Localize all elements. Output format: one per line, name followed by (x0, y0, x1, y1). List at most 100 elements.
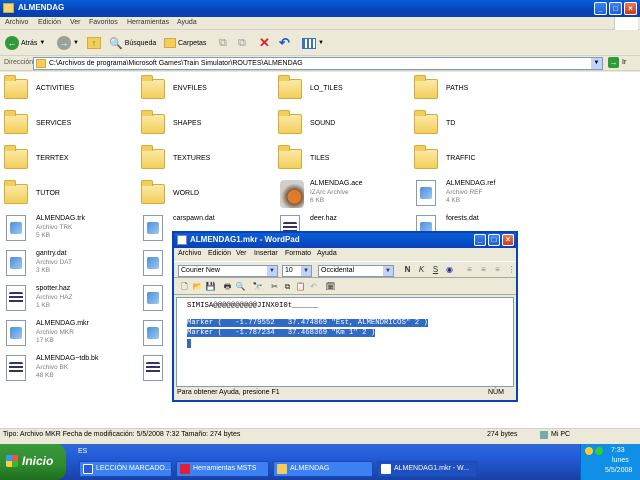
list-item[interactable] (137, 318, 169, 352)
taskbar-item-active[interactable]: ALMENDAG1.mkr - W... (377, 461, 477, 477)
new-icon[interactable]: 🗋 (179, 282, 190, 293)
wordpad-titlebar[interactable]: ALMENDAG1.mkr - WordPad _ □ × (174, 233, 516, 248)
up-folder-button[interactable]: ↑ (87, 35, 101, 51)
list-item[interactable]: ALMENDAG~tdb.bk Archivo BK 48 KB (0, 353, 130, 387)
language-indicator[interactable]: ES (78, 448, 87, 455)
list-item[interactable]: TUTOR (0, 178, 130, 212)
maximize-button[interactable]: □ (609, 2, 622, 15)
folder-icon (414, 75, 438, 99)
list-item[interactable]: TD (410, 108, 540, 142)
wordpad-maximize-button[interactable]: □ (488, 234, 500, 246)
copy-icon[interactable]: ⧉ (282, 282, 293, 293)
list-item[interactable]: ALMENDAG.ace IZArc Archive 6 KB (274, 178, 404, 212)
list-item[interactable]: TERRTEX (0, 143, 130, 177)
close-button[interactable]: × (624, 2, 637, 15)
wordpad-close-button[interactable]: × (502, 234, 514, 246)
views-button[interactable]: ▼ (302, 35, 324, 51)
wp-menu-ayuda[interactable]: Ayuda (317, 250, 337, 257)
undo-button[interactable]: ↶ (279, 35, 290, 51)
script-select[interactable]: Occidental (318, 265, 394, 277)
taskbar-item[interactable]: LECCIÓN MARCADO... (79, 461, 172, 477)
list-item[interactable]: WORLD (137, 178, 267, 212)
menu-herramientas[interactable]: Herramientas (127, 19, 169, 26)
list-item[interactable]: ENVFILES (137, 73, 267, 107)
folders-label: Carpetas (178, 39, 207, 47)
bold-icon[interactable]: N (402, 265, 413, 276)
list-item[interactable] (137, 353, 169, 387)
font-size-select[interactable]: 10 (282, 265, 312, 277)
menu-ayuda[interactable]: Ayuda (177, 19, 197, 26)
address-folder-icon (36, 59, 46, 68)
list-item[interactable]: TEXTURES (137, 143, 267, 177)
taskbar-item[interactable]: Herramientas MSTS (176, 461, 269, 477)
list-item[interactable]: ACTIVITIES (0, 73, 130, 107)
list-item[interactable]: LO_TILES (274, 73, 404, 107)
open-icon[interactable]: 📂 (192, 282, 203, 293)
list-item[interactable]: ALMENDAG.ref Archivo REF 4 KB (410, 178, 540, 212)
wp-menu-ver[interactable]: Ver (236, 250, 247, 257)
start-button[interactable]: Inicio (0, 444, 66, 480)
move-to-button[interactable]: ⧉ (219, 35, 227, 51)
italic-icon[interactable]: K (416, 265, 427, 276)
word-icon (83, 464, 93, 474)
menu-ver[interactable]: Ver (70, 19, 81, 26)
save-icon[interactable]: 💾 (205, 282, 216, 293)
menu-archivo[interactable]: Archivo (5, 19, 28, 26)
paste-icon[interactable]: 📋 (295, 282, 306, 293)
forward-button[interactable]: → ▼ (57, 35, 79, 51)
back-button[interactable]: ← Atrás ▼ (5, 35, 45, 51)
font-select[interactable]: Courier New (178, 265, 278, 277)
minimize-button[interactable]: _ (594, 2, 607, 15)
clock-time[interactable]: 7:33 (611, 447, 625, 454)
menu-favoritos[interactable]: Favoritos (89, 19, 118, 26)
list-item[interactable]: spotter.haz Archivo HAZ 1 KB (0, 283, 130, 317)
underline-icon[interactable]: S (430, 265, 441, 276)
address-field[interactable]: C:\Archivos de programa\Microsoft Games\… (33, 57, 603, 70)
wp-menu-formato[interactable]: Formato (285, 250, 311, 257)
document-area[interactable]: SIMISA@@@@@@@@@@JINX0I0t______ Marker ( … (176, 297, 514, 387)
status-size: 274 bytes (487, 431, 518, 438)
go-arrow-icon[interactable]: → (608, 57, 619, 68)
bullets-icon[interactable]: ⋮ (506, 265, 517, 276)
delete-button[interactable]: ✕ (259, 35, 270, 51)
list-item[interactable] (137, 283, 169, 317)
align-right-icon[interactable]: ≡ (492, 265, 503, 276)
align-center-icon[interactable]: ≡ (478, 265, 489, 276)
list-item[interactable]: PATHS (410, 73, 540, 107)
list-item[interactable]: gantry.dat Archivo DAT 3 KB (0, 248, 130, 282)
file-icon (6, 215, 26, 241)
tray-icon[interactable] (595, 447, 603, 455)
align-left-icon[interactable]: ≡ (464, 265, 475, 276)
list-item[interactable]: ALMENDAG.mkr Archivo MKR 17 KB (0, 318, 130, 352)
list-item[interactable]: TILES (274, 143, 404, 177)
tray-icon[interactable] (585, 447, 593, 455)
folder-icon (277, 464, 287, 474)
taskbar-item[interactable]: ALMENDAG (273, 461, 373, 477)
search-button[interactable]: 🔍 Búsqueda (109, 35, 156, 51)
color-icon[interactable]: ◉ (444, 265, 455, 276)
address-dropdown-icon[interactable]: ▼ (591, 58, 602, 69)
copy-to-button[interactable]: ⧉ (238, 35, 246, 51)
list-item[interactable]: ALMENDAG.trk Archivo TRK 5 KB (0, 213, 130, 247)
find-icon[interactable]: 🔭 (252, 282, 263, 293)
folders-button[interactable]: Carpetas (164, 35, 206, 51)
menu-edicion[interactable]: Edición (38, 19, 61, 26)
wp-menu-insertar[interactable]: Insertar (254, 250, 278, 257)
list-item[interactable]: TRAFFIC (410, 143, 540, 177)
undo-icon[interactable]: ↶ (308, 282, 319, 293)
list-item[interactable]: SERVICES (0, 108, 130, 142)
file-icon (6, 250, 26, 276)
print-preview-icon[interactable]: 🔍 (235, 282, 246, 293)
list-item[interactable] (137, 248, 169, 282)
file-icon (6, 320, 26, 346)
list-item[interactable]: SOUND (274, 108, 404, 142)
wordpad-minimize-button[interactable]: _ (474, 234, 486, 246)
cut-icon[interactable]: ✂ (269, 282, 280, 293)
wp-menu-archivo[interactable]: Archivo (178, 250, 201, 257)
go-button[interactable]: Ir (622, 59, 626, 66)
print-icon[interactable]: 🖶 (222, 282, 233, 293)
list-item[interactable]: SHAPES (137, 108, 267, 142)
wp-menu-edicion[interactable]: Edición (208, 250, 231, 257)
insert-datetime-icon[interactable]: 🗓 (325, 282, 336, 293)
explorer-titlebar[interactable]: ALMENDAG _ □ × (0, 0, 640, 17)
